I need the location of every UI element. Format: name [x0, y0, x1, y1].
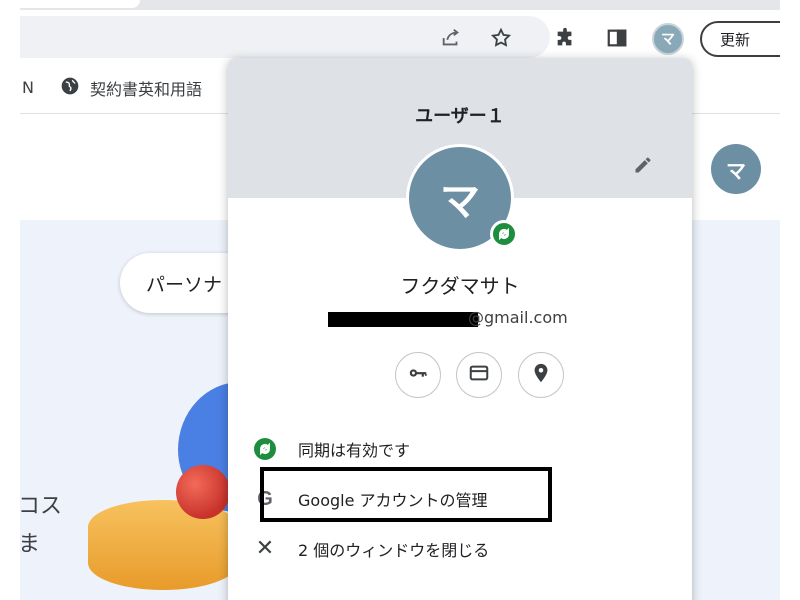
sync-status-label: 同期は有効です — [298, 441, 411, 460]
annotation-highlight-box — [260, 467, 552, 522]
addresses-button[interactable] — [518, 352, 564, 398]
star-icon[interactable] — [488, 25, 514, 51]
page-side-text-2: ま — [20, 532, 41, 557]
passwords-button[interactable] — [395, 352, 441, 398]
bookmark-item[interactable]: 契約書英和用語 — [60, 76, 202, 100]
illustration-red-ball — [176, 465, 230, 519]
update-button[interactable]: 更新 — [700, 21, 780, 57]
profile-email: @gmail.com — [468, 308, 568, 327]
page-avatar[interactable]: マ — [711, 144, 761, 194]
browser-window: マ 更新 N 契約書英和用語 マ パーソナ コス ま ユーザー１ マ フクダマサ… — [20, 0, 780, 600]
edit-pencil-icon[interactable] — [628, 150, 658, 180]
password-key-icon — [407, 362, 429, 388]
sync-icon — [254, 438, 276, 460]
profile-user-name: フクダマサト — [400, 274, 520, 298]
address-bar[interactable] — [20, 16, 550, 58]
bookmark-partial-label[interactable]: N — [22, 78, 34, 97]
close-icon: ✕ — [255, 536, 275, 561]
globe-icon — [60, 76, 80, 100]
payment-methods-button[interactable] — [456, 352, 502, 398]
menu-item-sync[interactable]: 同期は有効です — [228, 427, 692, 471]
redacted-email-bar — [328, 312, 478, 327]
profile-avatar-button[interactable]: マ — [652, 23, 684, 55]
side-panel-icon[interactable] — [604, 25, 630, 51]
page-side-text-1: コス — [20, 494, 63, 519]
address-pin-icon — [530, 362, 552, 388]
active-tab-edge — [20, 0, 140, 8]
close-windows-label: 2 個のウィンドウを閉じる — [298, 541, 490, 560]
puzzle-icon[interactable] — [552, 25, 578, 51]
menu-item-close-windows[interactable]: ✕ 2 個のウィンドウを閉じる — [228, 527, 692, 571]
bookmark-label: 契約書英和用語 — [90, 80, 203, 99]
browser-toolbar: マ 更新 — [20, 10, 780, 64]
payment-card-icon — [468, 362, 490, 388]
share-icon[interactable] — [438, 25, 464, 51]
profile-menu-title: ユーザー１ — [415, 106, 505, 127]
sync-badge-icon — [490, 220, 518, 248]
tab-strip — [20, 0, 780, 10]
